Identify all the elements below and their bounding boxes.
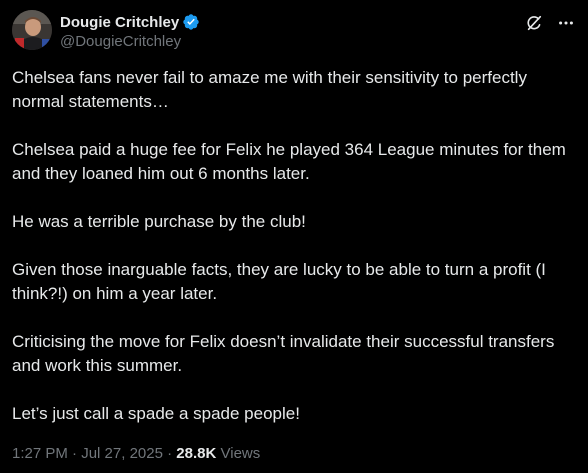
views-count[interactable]: 28.8K bbox=[176, 445, 216, 462]
author-names: Dougie Critchley @DougieCritchley bbox=[60, 10, 200, 52]
post-paragraph: Chelsea fans never fail to amaze me with… bbox=[12, 68, 527, 111]
verified-badge-icon[interactable] bbox=[182, 13, 200, 31]
post-header: Dougie Critchley @DougieCritchley bbox=[12, 10, 576, 54]
header-actions bbox=[524, 10, 576, 33]
meta-separator: · bbox=[167, 445, 173, 462]
post-paragraph: Given those inarguable facts, they are l… bbox=[12, 260, 546, 303]
more-options-icon[interactable] bbox=[556, 13, 576, 33]
meta-separator: · bbox=[72, 445, 78, 462]
post: Dougie Critchley @DougieCritchley Chelse… bbox=[0, 0, 588, 473]
grok-icon[interactable] bbox=[524, 13, 544, 33]
avatar[interactable] bbox=[12, 10, 52, 50]
avatar-image bbox=[12, 10, 52, 50]
post-text: Chelsea fans never fail to amaze me with… bbox=[12, 66, 578, 426]
post-paragraph: Criticising the move for Felix doesn’t i… bbox=[12, 332, 555, 375]
author-display-name[interactable]: Dougie Critchley bbox=[60, 14, 179, 31]
post-paragraph: Let’s just call a spade a spade people! bbox=[12, 404, 300, 423]
post-time[interactable]: 1:27 PM bbox=[12, 445, 68, 462]
views-label: Views bbox=[220, 445, 261, 462]
post-paragraph: He was a terrible purchase by the club! bbox=[12, 212, 306, 231]
post-meta: 1:27 PM · Jul 27, 2025 · 28.8K Views bbox=[12, 444, 576, 464]
post-paragraph: Chelsea paid a huge fee for Felix he pla… bbox=[12, 140, 566, 183]
author-handle[interactable]: @DougieCritchley bbox=[60, 32, 200, 52]
name-row: Dougie Critchley bbox=[60, 12, 200, 32]
post-date[interactable]: Jul 27, 2025 bbox=[81, 445, 163, 462]
